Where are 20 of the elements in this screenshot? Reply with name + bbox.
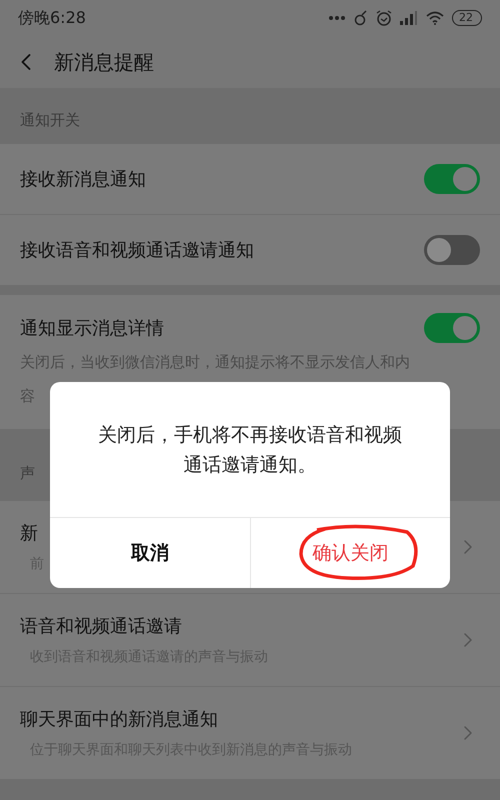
signal-icon [400,11,418,25]
wifi-icon [426,11,444,25]
dialog-message: 关闭后，手机将不再接收语音和视频通话邀请通知。 [97,422,403,478]
setting-title: 聊天界面中的新消息通知 [20,708,219,731]
setting-title: 接收新消息通知 [20,168,146,191]
status-time: 傍晚6:28 [18,8,86,28]
page-title: 新消息提醒 [54,48,154,76]
setting-title: 接收语音和视频通话邀请通知 [20,239,254,262]
more-dots-icon [328,15,346,21]
confirm-button[interactable]: 确认关闭 [250,518,450,588]
battery-level: 22 [452,10,482,26]
toggle-switch[interactable] [424,313,480,343]
cancel-button[interactable]: 取消 [50,518,250,588]
link-icon [354,10,368,26]
toggle-switch[interactable] [424,164,480,194]
alarm-icon [376,10,392,26]
setting-title: 通知显示消息详情 [20,317,164,340]
setting-title: 新 [20,522,39,545]
toggle-switch[interactable] [424,235,480,265]
setting-title: 语音和视频通话邀请 [20,615,183,638]
